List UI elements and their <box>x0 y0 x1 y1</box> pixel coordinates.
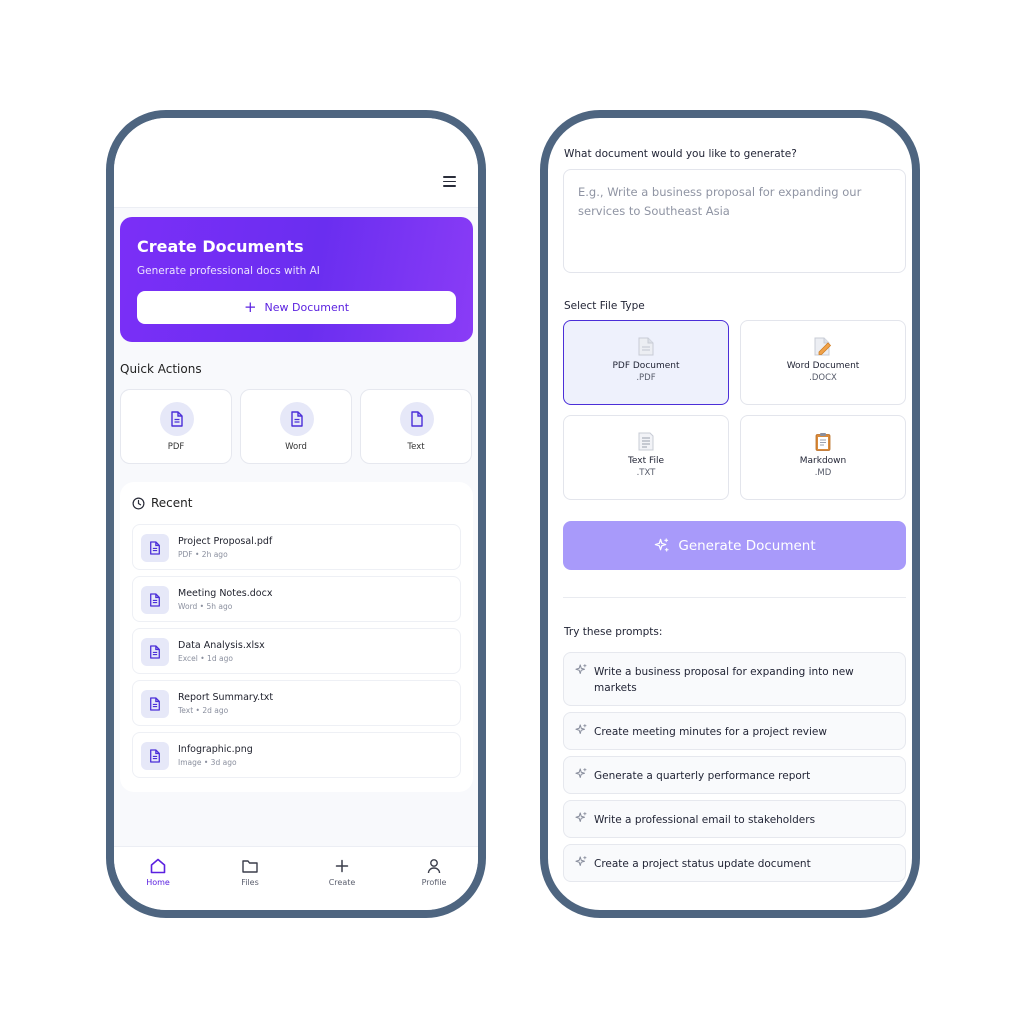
file-type-ext: .DOCX <box>809 373 837 383</box>
file-type-ext: .MD <box>814 468 832 478</box>
document-icon <box>141 742 169 770</box>
file-type-name: Word Document <box>786 361 860 371</box>
document-icon <box>141 586 169 614</box>
new-document-button[interactable]: + New Document <box>137 291 456 324</box>
folder-icon <box>242 860 258 873</box>
create-documents-banner: Create Documents Generate professional d… <box>120 217 473 342</box>
file-type-ext: .TXT <box>636 468 656 478</box>
recent-header: Recent <box>132 496 192 510</box>
quick-action-word[interactable]: Word <box>240 389 352 464</box>
document-icon <box>141 534 169 562</box>
recent-panel: Recent Project Proposal.pdf PDF • 2h ago… <box>120 482 473 792</box>
generate-document-button[interactable]: Generate Document <box>563 521 906 570</box>
bottom-navigation: Home Files Create Profile <box>114 846 478 910</box>
file-type-label: Select File Type <box>564 300 645 312</box>
recent-item[interactable]: Project Proposal.pdf PDF • 2h ago <box>132 524 461 570</box>
quick-action-label: PDF <box>167 442 185 452</box>
home-icon <box>150 858 166 874</box>
recent-item[interactable]: Meeting Notes.docx Word • 5h ago <box>132 576 461 622</box>
word-file-icon <box>814 337 832 356</box>
recent-item-name: Meeting Notes.docx <box>178 588 273 599</box>
divider <box>563 597 906 598</box>
file-type-ext: .PDF <box>636 373 656 383</box>
prompt-suggestion-text: Write a business proposal for expanding … <box>594 666 854 694</box>
recent-item[interactable]: Infographic.png Image • 3d ago <box>132 732 461 778</box>
prompt-suggestion[interactable]: Write a professional email to stakeholde… <box>563 800 906 838</box>
recent-item-name: Infographic.png <box>178 744 253 755</box>
recent-item-meta: Image • 3d ago <box>178 758 237 767</box>
sparkle-icon <box>575 856 587 867</box>
recent-item-meta: Word • 5h ago <box>178 602 233 611</box>
banner-title: Create Documents <box>137 237 304 256</box>
document-icon <box>280 402 314 436</box>
file-type-name: Markdown <box>799 456 847 466</box>
recent-item-name: Data Analysis.xlsx <box>178 640 265 651</box>
file-type-word[interactable]: Word Document .DOCX <box>740 320 906 405</box>
recent-item[interactable]: Report Summary.txt Text • 2d ago <box>132 680 461 726</box>
recent-title: Recent <box>151 496 193 510</box>
sparkle-icon <box>575 812 587 823</box>
quick-action-label: Word <box>285 442 307 452</box>
recent-item-name: Project Proposal.pdf <box>178 536 273 547</box>
quick-action-text[interactable]: Text <box>360 389 472 464</box>
phone-home-screen: Create Documents Generate professional d… <box>106 110 486 918</box>
plus-icon: + <box>243 298 257 316</box>
recent-item-meta: Text • 2d ago <box>178 706 229 715</box>
suggestions-title: Try these prompts: <box>564 626 663 638</box>
nav-profile-label: Profile <box>421 878 447 887</box>
sparkle-icon <box>655 538 669 552</box>
prompt-input-box <box>563 169 906 273</box>
recent-item-meta: Excel • 1d ago <box>178 654 233 663</box>
quick-action-pdf[interactable]: PDF <box>120 389 232 464</box>
file-type-name: Text File <box>627 456 665 466</box>
nav-profile[interactable]: Profile <box>404 857 464 887</box>
text-file-icon <box>638 432 654 451</box>
prompt-suggestion-text: Generate a quarterly performance report <box>594 770 811 782</box>
hamburger-menu-icon[interactable] <box>443 176 456 187</box>
generate-document-label: Generate Document <box>678 537 816 554</box>
plus-icon <box>335 859 349 873</box>
sparkle-icon <box>575 768 587 779</box>
nav-home-label: Home <box>146 878 170 887</box>
prompt-suggestion-text: Create a project status update document <box>594 858 811 870</box>
document-icon <box>141 690 169 718</box>
nav-create[interactable]: Create <box>312 857 372 887</box>
nav-create-label: Create <box>328 878 356 887</box>
nav-home[interactable]: Home <box>128 857 188 887</box>
recent-item[interactable]: Data Analysis.xlsx Excel • 1d ago <box>132 628 461 674</box>
quick-action-label: Text <box>407 442 425 452</box>
quick-actions-title: Quick Actions <box>120 362 202 376</box>
recent-item-meta: PDF • 2h ago <box>178 550 228 559</box>
prompt-suggestion[interactable]: Generate a quarterly performance report <box>563 756 906 794</box>
file-icon <box>400 402 434 436</box>
prompt-suggestion[interactable]: Create meeting minutes for a project rev… <box>563 712 906 750</box>
document-icon <box>160 402 194 436</box>
prompt-suggestion[interactable]: Create a project status update document <box>563 844 906 882</box>
prompt-suggestion[interactable]: Write a business proposal for expanding … <box>563 652 906 706</box>
pdf-file-icon <box>638 337 654 356</box>
phone-generate-screen: What document would you like to generate… <box>540 110 920 918</box>
file-type-pdf[interactable]: PDF Document .PDF <box>563 320 729 405</box>
sparkle-icon <box>575 664 587 675</box>
prompt-suggestion-text: Write a professional email to stakeholde… <box>594 814 816 826</box>
user-icon <box>427 859 441 874</box>
prompt-question: What document would you like to generate… <box>564 148 797 160</box>
sparkle-icon <box>575 724 587 735</box>
new-document-label: New Document <box>264 301 350 314</box>
clipboard-icon <box>815 433 831 451</box>
prompt-textarea[interactable] <box>564 170 905 272</box>
clock-icon <box>132 497 145 509</box>
prompt-suggestion-text: Create meeting minutes for a project rev… <box>594 726 827 738</box>
banner-subtitle: Generate professional docs with AI <box>137 265 320 277</box>
file-type-markdown[interactable]: Markdown .MD <box>740 415 906 500</box>
document-icon <box>141 638 169 666</box>
file-type-text[interactable]: Text File .TXT <box>563 415 729 500</box>
recent-item-name: Report Summary.txt <box>178 692 274 703</box>
nav-files[interactable]: Files <box>220 857 280 887</box>
file-type-name: PDF Document <box>612 361 680 371</box>
nav-files-label: Files <box>241 878 259 887</box>
top-bar <box>114 118 478 208</box>
